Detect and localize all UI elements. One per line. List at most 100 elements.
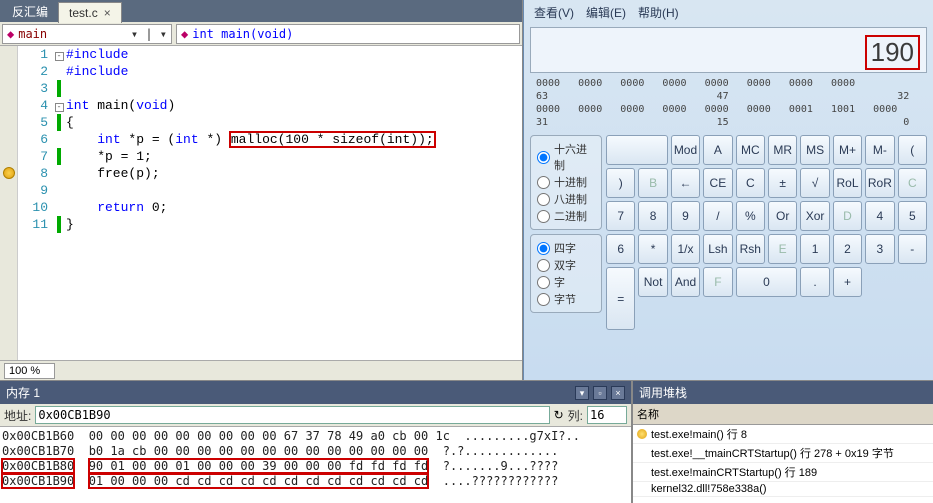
- callstack-list[interactable]: test.exe!main() 行 8test.exe!__tmainCRTSt…: [633, 425, 933, 497]
- calc-btn-Not[interactable]: Not: [638, 267, 667, 297]
- calc-btn-%[interactable]: %: [736, 201, 765, 231]
- calc-btn-±[interactable]: ±: [768, 168, 797, 198]
- menu-view[interactable]: 查看(V): [534, 4, 574, 21]
- tab-file[interactable]: test.c ×: [58, 2, 122, 23]
- radix-oct[interactable]: 八进制: [537, 191, 595, 207]
- fold-icon[interactable]: -: [55, 103, 64, 112]
- code-line[interactable]: return 0;: [66, 199, 522, 216]
- menu-edit[interactable]: 编辑(E): [586, 4, 626, 21]
- close-icon[interactable]: ×: [104, 6, 111, 20]
- panel-dropdown-icon[interactable]: ▾: [575, 386, 589, 400]
- calc-btn-C[interactable]: C: [898, 168, 927, 198]
- zoom-dropdown[interactable]: 100 %: [4, 363, 55, 379]
- calc-btn-MC[interactable]: MC: [736, 135, 765, 165]
- code-line[interactable]: int *p = (int *) malloc(100 * sizeof(int…: [66, 131, 522, 148]
- calc-btn-Lsh[interactable]: Lsh: [703, 234, 732, 264]
- calc-btn-+[interactable]: +: [833, 267, 862, 297]
- calc-btn-2[interactable]: 2: [833, 234, 862, 264]
- calc-btn-8[interactable]: 8: [638, 201, 667, 231]
- calc-btn-Xor[interactable]: Xor: [800, 201, 829, 231]
- calc-btn-RoR[interactable]: RoR: [865, 168, 894, 198]
- calc-btn-RoL[interactable]: RoL: [833, 168, 862, 198]
- calc-btn-*[interactable]: *: [638, 234, 667, 264]
- calc-btn-5[interactable]: 5: [898, 201, 927, 231]
- code-editor[interactable]: 1234567891011 -- #include #include int m…: [0, 46, 522, 360]
- calc-btn-B[interactable]: B: [638, 168, 667, 198]
- calc-btn--[interactable]: -: [898, 234, 927, 264]
- calc-btn-7[interactable]: 7: [606, 201, 635, 231]
- menu-help[interactable]: 帮助(H): [638, 4, 679, 21]
- calc-btn-Or[interactable]: Or: [768, 201, 797, 231]
- fold-icon[interactable]: -: [55, 52, 64, 61]
- code-line[interactable]: {: [66, 114, 522, 131]
- radix-bin[interactable]: 二进制: [537, 208, 595, 224]
- calc-btn-M-[interactable]: M-: [865, 135, 894, 165]
- calc-btn-←[interactable]: ←: [671, 168, 700, 198]
- mem-hex: 90 01 00 00 01 00 00 00 39 00 00 00 fd f…: [89, 459, 429, 473]
- calc-display: 190: [530, 27, 927, 73]
- calc-btn-F[interactable]: F: [703, 267, 732, 297]
- memory-header: 内存 1 ▾ ▫ ×: [0, 381, 631, 404]
- stack-frame[interactable]: test.exe!__tmainCRTStartup() 行 278 + 0x1…: [633, 444, 933, 463]
- calc-btn-9[interactable]: 9: [671, 201, 700, 231]
- mem-addr: 0x00CB1B70: [2, 444, 74, 458]
- calc-btn-([interactable]: (: [898, 135, 927, 165]
- calc-btn-And[interactable]: And: [671, 267, 700, 297]
- mem-addr: 0x00CB1B80: [2, 459, 74, 473]
- code-line[interactable]: #include: [66, 46, 522, 63]
- calc-btn-E[interactable]: E: [768, 234, 797, 264]
- code-line[interactable]: [66, 80, 522, 97]
- memory-controls: 地址: ↻ 列:: [0, 404, 631, 427]
- code-line[interactable]: *p = 1;: [66, 148, 522, 165]
- addr-input[interactable]: [35, 406, 549, 424]
- calc-btn-√[interactable]: √: [800, 168, 829, 198]
- tab-file-label: test.c: [69, 6, 98, 20]
- calc-btn-M+[interactable]: M+: [833, 135, 862, 165]
- calc-btn-D[interactable]: D: [833, 201, 862, 231]
- word-word[interactable]: 字: [537, 274, 595, 290]
- col-input[interactable]: [587, 406, 627, 424]
- calc-btn-0[interactable]: 0: [736, 267, 798, 297]
- mem-hex: b0 1a cb 00 00 00 00 00 00 00 00 00 00 0…: [89, 444, 429, 458]
- calc-btn-1/x[interactable]: 1/x: [671, 234, 700, 264]
- word-qword[interactable]: 四字: [537, 240, 595, 256]
- word-byte[interactable]: 字节: [537, 291, 595, 307]
- calc-btn-blank[interactable]: [606, 135, 668, 165]
- calc-btn-Rsh[interactable]: Rsh: [736, 234, 765, 264]
- word-dword[interactable]: 双字: [537, 257, 595, 273]
- calc-btn-)[interactable]: ): [606, 168, 635, 198]
- calc-btn-3[interactable]: 3: [865, 234, 894, 264]
- calc-btn-6[interactable]: 6: [606, 234, 635, 264]
- code-line[interactable]: [66, 182, 522, 199]
- stack-frame[interactable]: test.exe!mainCRTStartup() 行 189: [633, 463, 933, 482]
- code-line[interactable]: free(p);: [66, 165, 522, 182]
- function-dropdown[interactable]: ◆ int main(void): [176, 24, 520, 44]
- calc-btn-A[interactable]: A: [703, 135, 732, 165]
- calc-btn-/[interactable]: /: [703, 201, 732, 231]
- line-number: 3: [18, 80, 48, 97]
- calc-btn-1[interactable]: 1: [800, 234, 829, 264]
- calc-btn-MR[interactable]: MR: [768, 135, 797, 165]
- stack-frame[interactable]: test.exe!main() 行 8: [633, 425, 933, 444]
- radix-hex[interactable]: 十六进制: [537, 141, 595, 173]
- calc-btn-CE[interactable]: CE: [703, 168, 732, 198]
- calc-btn-.[interactable]: .: [800, 267, 829, 297]
- code-line[interactable]: int main(void): [66, 97, 522, 114]
- memory-panel: 内存 1 ▾ ▫ × 地址: ↻ 列: 0x00CB1B60 00 00 00 …: [0, 381, 633, 503]
- memory-dump[interactable]: 0x00CB1B60 00 00 00 00 00 00 00 00 00 67…: [0, 427, 631, 491]
- scope-dropdown[interactable]: ◆main ▾ | ▾: [2, 24, 172, 44]
- calc-btn-4[interactable]: 4: [865, 201, 894, 231]
- radix-dec[interactable]: 十进制: [537, 174, 595, 190]
- panel-close-icon[interactable]: ×: [611, 386, 625, 400]
- stack-frame[interactable]: kernel32.dll!758e338a(): [633, 482, 933, 497]
- calc-btn-Mod[interactable]: Mod: [671, 135, 700, 165]
- tab-disasm[interactable]: 反汇编: [2, 0, 58, 23]
- code-line[interactable]: #include: [66, 63, 522, 80]
- panel-pin-icon[interactable]: ▫: [593, 386, 607, 400]
- calc-btn-=[interactable]: =: [606, 267, 635, 330]
- code-line[interactable]: }: [66, 216, 522, 233]
- refresh-icon[interactable]: ↻: [554, 408, 564, 422]
- calc-btn-MS[interactable]: MS: [800, 135, 829, 165]
- calc-btn-C[interactable]: C: [736, 168, 765, 198]
- breakpoint-icon[interactable]: [3, 167, 15, 179]
